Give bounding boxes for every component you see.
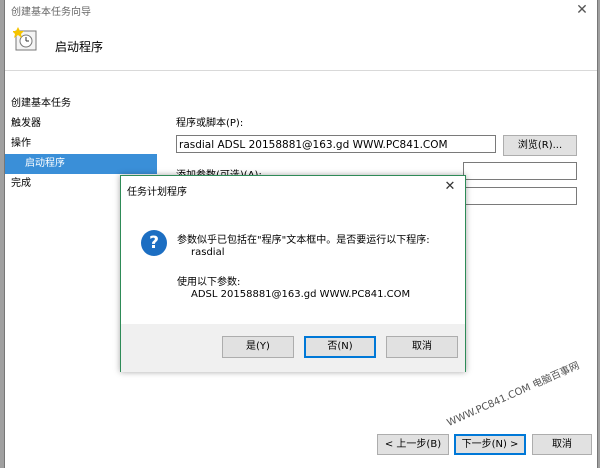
nav-item-action[interactable]: 操作 <box>5 134 157 154</box>
dialog-args: ADSL 20158881@163.gd WWW.PC841.COM <box>191 289 411 300</box>
dialog-args-intro: 使用以下参数: <box>177 277 241 288</box>
cancel-button[interactable]: 取消 <box>532 434 592 455</box>
window-title: 创建基本任务向导 <box>11 7 91 18</box>
wizard-header: 启动程序 <box>5 20 597 70</box>
dialog-footer: 是(Y) 否(N) 取消 <box>121 324 465 372</box>
no-button[interactable]: 否(N) <box>304 336 376 358</box>
dialog-program: rasdial <box>191 247 225 258</box>
program-label: 程序或脚本(P): <box>176 118 244 129</box>
yes-button[interactable]: 是(Y) <box>222 336 294 358</box>
close-icon[interactable]: ✕ <box>441 179 459 194</box>
close-icon[interactable]: ✕ <box>571 1 593 19</box>
program-input[interactable]: rasdial ADSL 20158881@163.gd WWW.PC841.C… <box>176 135 496 153</box>
args-input[interactable] <box>463 162 577 180</box>
nav-item-trigger[interactable]: 触发器 <box>5 114 157 134</box>
next-button[interactable]: 下一步(N) > <box>454 434 526 455</box>
dialog-title: 任务计划程序 <box>127 187 187 198</box>
question-icon: ? <box>141 230 167 256</box>
task-scheduler-dialog: 任务计划程序 ✕ ? 参数似乎已包括在"程序"文本框中。是否要运行以下程序: r… <box>120 175 466 372</box>
browse-button[interactable]: 浏览(R)... <box>503 135 577 156</box>
title-bar: 创建基本任务向导 ✕ <box>5 0 597 20</box>
nav-item-start-program[interactable]: 启动程序 <box>5 154 157 174</box>
page-title: 启动程序 <box>55 40 104 54</box>
dialog-cancel-button[interactable]: 取消 <box>386 336 458 358</box>
clock-task-icon <box>13 27 37 51</box>
dialog-message: 参数似乎已包括在"程序"文本框中。是否要运行以下程序: <box>177 235 430 246</box>
start-in-input[interactable] <box>463 187 577 205</box>
nav-item-create-task[interactable]: 创建基本任务 <box>5 94 157 114</box>
header-divider <box>5 70 597 71</box>
back-button[interactable]: < 上一步(B) <box>377 434 449 455</box>
